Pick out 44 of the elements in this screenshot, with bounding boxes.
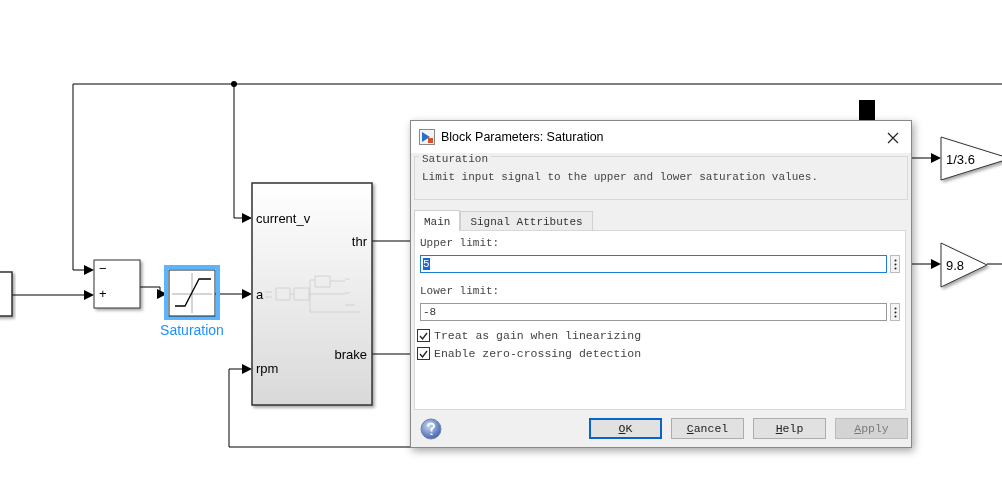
dots-icon	[893, 258, 897, 270]
tab[interactable]: Signal Attributes	[460, 211, 593, 230]
input-field[interactable]: 5	[420, 255, 887, 273]
gain-value: 9.8	[946, 258, 965, 273]
port-label: current_v	[256, 211, 311, 226]
group-title: Saturation	[419, 153, 491, 165]
port-label: a	[256, 287, 264, 302]
port-sign: +	[99, 286, 107, 301]
gain-value: 1/3.6	[946, 151, 975, 167]
window-title: Block Parameters: Saturation	[441, 130, 605, 144]
port-sign: −	[99, 261, 107, 276]
signal-line	[911, 259, 941, 269]
field-label: Upper limit:	[420, 237, 501, 249]
port-label: rpm	[256, 361, 279, 376]
checkbox[interactable]	[417, 329, 430, 342]
subsystem-block[interactable]	[251, 182, 373, 406]
tab[interactable]: Main	[414, 210, 461, 231]
dialog-button[interactable]: Cancel	[671, 418, 744, 439]
signal-line	[371, 240, 412, 242]
dialog-button[interactable]: OK	[589, 418, 662, 439]
block-icon	[419, 129, 435, 145]
checkbox[interactable]	[417, 347, 430, 360]
input-field[interactable]: -8	[420, 303, 887, 321]
help-icon[interactable]	[420, 417, 442, 440]
gain-block[interactable]	[940, 136, 1002, 181]
signal-line	[986, 263, 1002, 265]
port-label: thr	[351, 234, 367, 249]
signal-line	[371, 353, 412, 355]
dialog-button[interactable]: Help	[753, 418, 826, 439]
dots-icon	[893, 306, 897, 318]
block-label: Saturation	[160, 322, 224, 338]
block[interactable]	[0, 271, 13, 317]
bus-bar	[859, 100, 875, 122]
field-label: Lower limit:	[420, 285, 501, 297]
sum-block[interactable]	[93, 259, 141, 309]
junction-dot	[231, 81, 237, 87]
port-label: brake	[334, 347, 367, 362]
description-text: Limit input signal to the upper and lower saturation values.	[422, 171, 820, 183]
checkbox-label: Enable zero-crossing detection	[434, 347, 642, 360]
signal-line	[911, 153, 941, 163]
checkbox-label: Treat as gain when linearizing	[434, 329, 642, 342]
gain-block[interactable]	[940, 242, 988, 288]
signal-line	[139, 286, 167, 299]
close-icon	[887, 131, 899, 144]
